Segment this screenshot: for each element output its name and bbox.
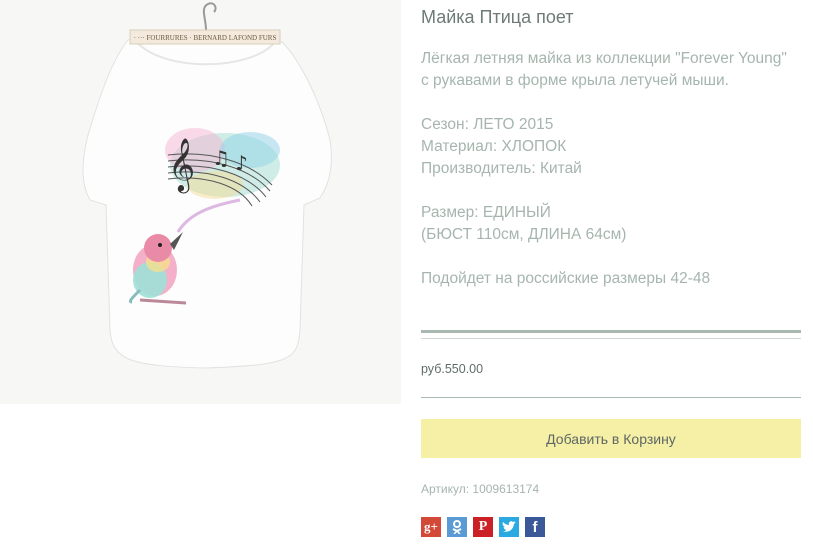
facebook-icon[interactable]: f (525, 517, 545, 537)
google-plus-icon[interactable]: g+ (421, 517, 441, 537)
material-text: Материал: ХЛОПОК (421, 138, 567, 155)
svg-text:𝄞: 𝄞 (168, 137, 195, 193)
svg-text:♫: ♫ (212, 146, 230, 170)
description-text: Лёгкая летняя майка из коллекции "Foreve… (421, 50, 787, 89)
pinterest-glyph: P (478, 519, 488, 534)
size-text: Размер: ЕДИНЫЙ (421, 204, 551, 221)
fit-note-text: Подойдет на российские размеры 42-48 (421, 270, 711, 287)
product-title: Майка Птица поет (421, 7, 574, 27)
facebook-glyph: f (532, 518, 538, 536)
twitter-icon[interactable] (499, 517, 519, 537)
social-share-bar: g+ P f (421, 517, 545, 537)
svg-text:♪: ♪ (235, 151, 248, 175)
season-text: Сезон: ЛЕТО 2015 (421, 116, 554, 133)
divider (421, 330, 801, 333)
measurements-text: (БЮСТ 110см, ДЛИНА 64см) (421, 226, 627, 243)
label-text: · ··· FOURRURES · BERNARD LAFOND FURS (134, 34, 277, 42)
product-description: Лёгкая летняя майка из коллекции "Foreve… (421, 48, 796, 290)
odnoklassniki-icon[interactable] (447, 517, 467, 537)
product-price: руб.550.00 (421, 362, 484, 376)
divider (421, 338, 801, 339)
manufacturer-text: Производитель: Китай (421, 160, 582, 177)
pinterest-icon[interactable]: P (473, 517, 493, 537)
google-plus-glyph: g+ (424, 519, 438, 534)
add-to-cart-button[interactable]: Добавить в Корзину (421, 419, 801, 458)
product-sku: Артикул: 1009613174 (421, 482, 540, 496)
divider (421, 397, 801, 398)
product-image[interactable]: · ··· FOURRURES · BERNARD LAFOND FURS 𝄞 … (0, 0, 401, 404)
